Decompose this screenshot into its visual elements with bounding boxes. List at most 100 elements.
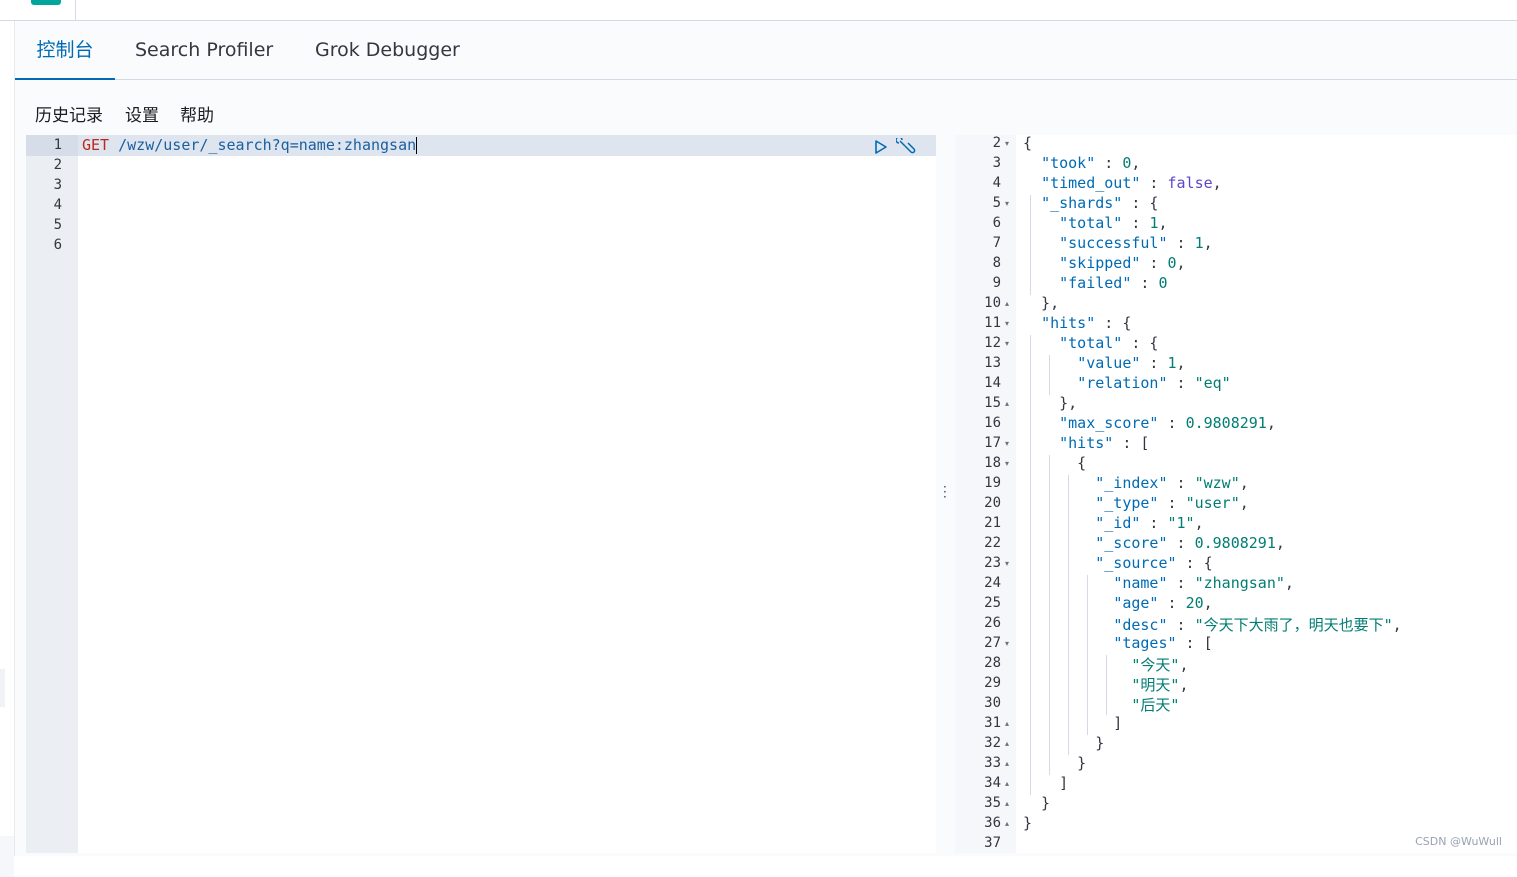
line-number: 1 — [53, 137, 62, 153]
response-line-number: 15 — [984, 395, 1001, 411]
response-code-line: } — [1023, 754, 1087, 772]
response-line-number: 21 — [984, 515, 1001, 531]
response-line-number: 16 — [984, 415, 1001, 431]
response-line-number: 8 — [992, 255, 1001, 271]
nav-collapse-handle[interactable] — [0, 669, 5, 707]
response-line-number: 28 — [984, 655, 1001, 671]
response-code-line: "_source" : { — [1095, 554, 1213, 572]
response-line-number: 7 — [992, 235, 1001, 251]
wrench-icon[interactable] — [896, 138, 916, 156]
fold-expand-icon[interactable]: ▴ — [1005, 799, 1009, 808]
response-code-line: { — [1023, 134, 1033, 152]
fold-expand-icon[interactable]: ▴ — [1005, 719, 1009, 728]
request-line[interactable]: GET /wzw/user/_search?q=name:zhangsan — [82, 136, 418, 154]
response-code-line: } — [1023, 794, 1051, 812]
response-line-number: 3 — [992, 155, 1001, 171]
response-line-number: 25 — [984, 595, 1001, 611]
fold-collapse-icon[interactable]: ▾ — [1005, 339, 1009, 348]
response-line-number: 34 — [984, 775, 1001, 791]
response-line-number: 20 — [984, 495, 1001, 511]
fold-collapse-icon[interactable]: ▾ — [1005, 199, 1009, 208]
fold-collapse-icon[interactable]: ▾ — [1005, 459, 1009, 468]
fold-expand-icon[interactable]: ▴ — [1005, 759, 1009, 768]
text-cursor — [416, 137, 418, 154]
response-code-line: "age" : 20, — [1113, 594, 1213, 612]
response-code-line: "_shards" : { — [1041, 194, 1159, 212]
response-line-number: 18 — [984, 455, 1001, 471]
fold-collapse-icon[interactable]: ▾ — [1005, 139, 1009, 148]
help-link[interactable]: 帮助 — [180, 101, 214, 126]
response-line-number: 10 — [984, 295, 1001, 311]
response-line-number: 37 — [984, 835, 1001, 851]
fold-collapse-icon[interactable]: ▾ — [1005, 319, 1009, 328]
response-line-number: 32 — [984, 735, 1001, 751]
response-code-line: }, — [1023, 394, 1078, 412]
response-line-number: 33 — [984, 755, 1001, 771]
response-code-line: "_score" : 0.9808291, — [1095, 534, 1285, 552]
app-logo[interactable] — [31, 0, 61, 5]
watermark: CSDN @WuWull — [1415, 835, 1502, 848]
response-code-line: "明天", — [1131, 676, 1189, 694]
response-code-line: "timed_out" : false, — [1041, 174, 1222, 192]
response-code-line: "_id" : "1", — [1095, 514, 1204, 532]
response-line-number: 11 — [984, 315, 1001, 331]
response-code-line: "failed" : 0 — [1059, 274, 1168, 292]
response-line-number: 12 — [984, 335, 1001, 351]
request-path: /wzw/user/_search?q=name:zhangsan — [118, 136, 417, 154]
response-line-number: 26 — [984, 615, 1001, 631]
left-nav-rail — [0, 21, 15, 877]
response-code-line: "desc" : "今天下大雨了，明天也要下", — [1113, 616, 1402, 634]
response-code-line: "successful" : 1, — [1059, 234, 1213, 252]
response-line-number: 2 — [992, 135, 1001, 151]
tab-search-profiler[interactable]: Search Profiler — [135, 21, 273, 79]
fold-expand-icon[interactable]: ▴ — [1005, 399, 1009, 408]
response-panel[interactable]: 2 ▾ {3 "took" : 0, 4 "timed_out" : false, 5 ▾… — [955, 134, 1517, 853]
fold-expand-icon[interactable]: ▴ — [1005, 779, 1009, 788]
request-editor[interactable]: 1 2 3 4 5 6 GET /wzw/user/_search?q=name:zhan… — [26, 135, 936, 853]
fold-collapse-icon[interactable]: ▾ — [1005, 559, 1009, 568]
request-method: GET — [82, 136, 110, 154]
response-code-line: "skipped" : 0, — [1059, 254, 1186, 272]
line-number: 4 — [53, 197, 62, 213]
settings-link[interactable]: 设置 — [125, 101, 159, 126]
response-line-number: 29 — [984, 675, 1001, 691]
line-number: 2 — [53, 157, 62, 173]
response-code-line: "_index" : "wzw", — [1095, 474, 1249, 492]
play-icon[interactable] — [873, 139, 889, 155]
top-header — [0, 0, 1517, 21]
line-number: 3 — [53, 177, 62, 193]
response-line-number: 6 — [992, 215, 1001, 231]
response-code-line: "total" : 1, — [1059, 214, 1168, 232]
response-code-line: "_type" : "user", — [1095, 494, 1249, 512]
response-code-line: { — [1023, 454, 1087, 472]
tab-console[interactable]: 控制台 — [15, 21, 115, 80]
response-line-number: 4 — [992, 175, 1001, 191]
response-line-number: 24 — [984, 575, 1001, 591]
response-code-line: "后天" — [1131, 696, 1180, 714]
response-line-number: 31 — [984, 715, 1001, 731]
response-line-number: 17 — [984, 435, 1001, 451]
response-line-number: 27 — [984, 635, 1001, 651]
response-line-number: 23 — [984, 555, 1001, 571]
response-code-line: "tages" : [ — [1113, 634, 1213, 652]
response-code-line: ] — [1023, 774, 1069, 792]
response-code-line: "value" : 1, — [1077, 354, 1186, 372]
response-line-number: 14 — [984, 375, 1001, 391]
history-link[interactable]: 历史记录 — [35, 101, 103, 126]
line-number: 6 — [53, 237, 62, 253]
fold-expand-icon[interactable]: ▴ — [1005, 819, 1009, 828]
nav-footer — [0, 836, 14, 877]
fold-collapse-icon[interactable]: ▾ — [1005, 439, 1009, 448]
fold-expand-icon[interactable]: ▴ — [1005, 739, 1009, 748]
response-line-number: 5 — [992, 195, 1001, 211]
response-line-number: 35 — [984, 795, 1001, 811]
tab-grok-debugger[interactable]: Grok Debugger — [315, 21, 460, 79]
fold-collapse-icon[interactable]: ▾ — [1005, 639, 1009, 648]
response-code-line: } — [1023, 814, 1033, 832]
response-code-line: "took" : 0, — [1041, 154, 1141, 172]
response-code-line: } — [1023, 734, 1105, 752]
response-line-number: 22 — [984, 535, 1001, 551]
fold-expand-icon[interactable]: ▴ — [1005, 299, 1009, 308]
pane-resizer[interactable]: · · · — [938, 135, 952, 853]
tab-bar: 控制台 Search Profiler Grok Debugger — [15, 21, 1517, 80]
